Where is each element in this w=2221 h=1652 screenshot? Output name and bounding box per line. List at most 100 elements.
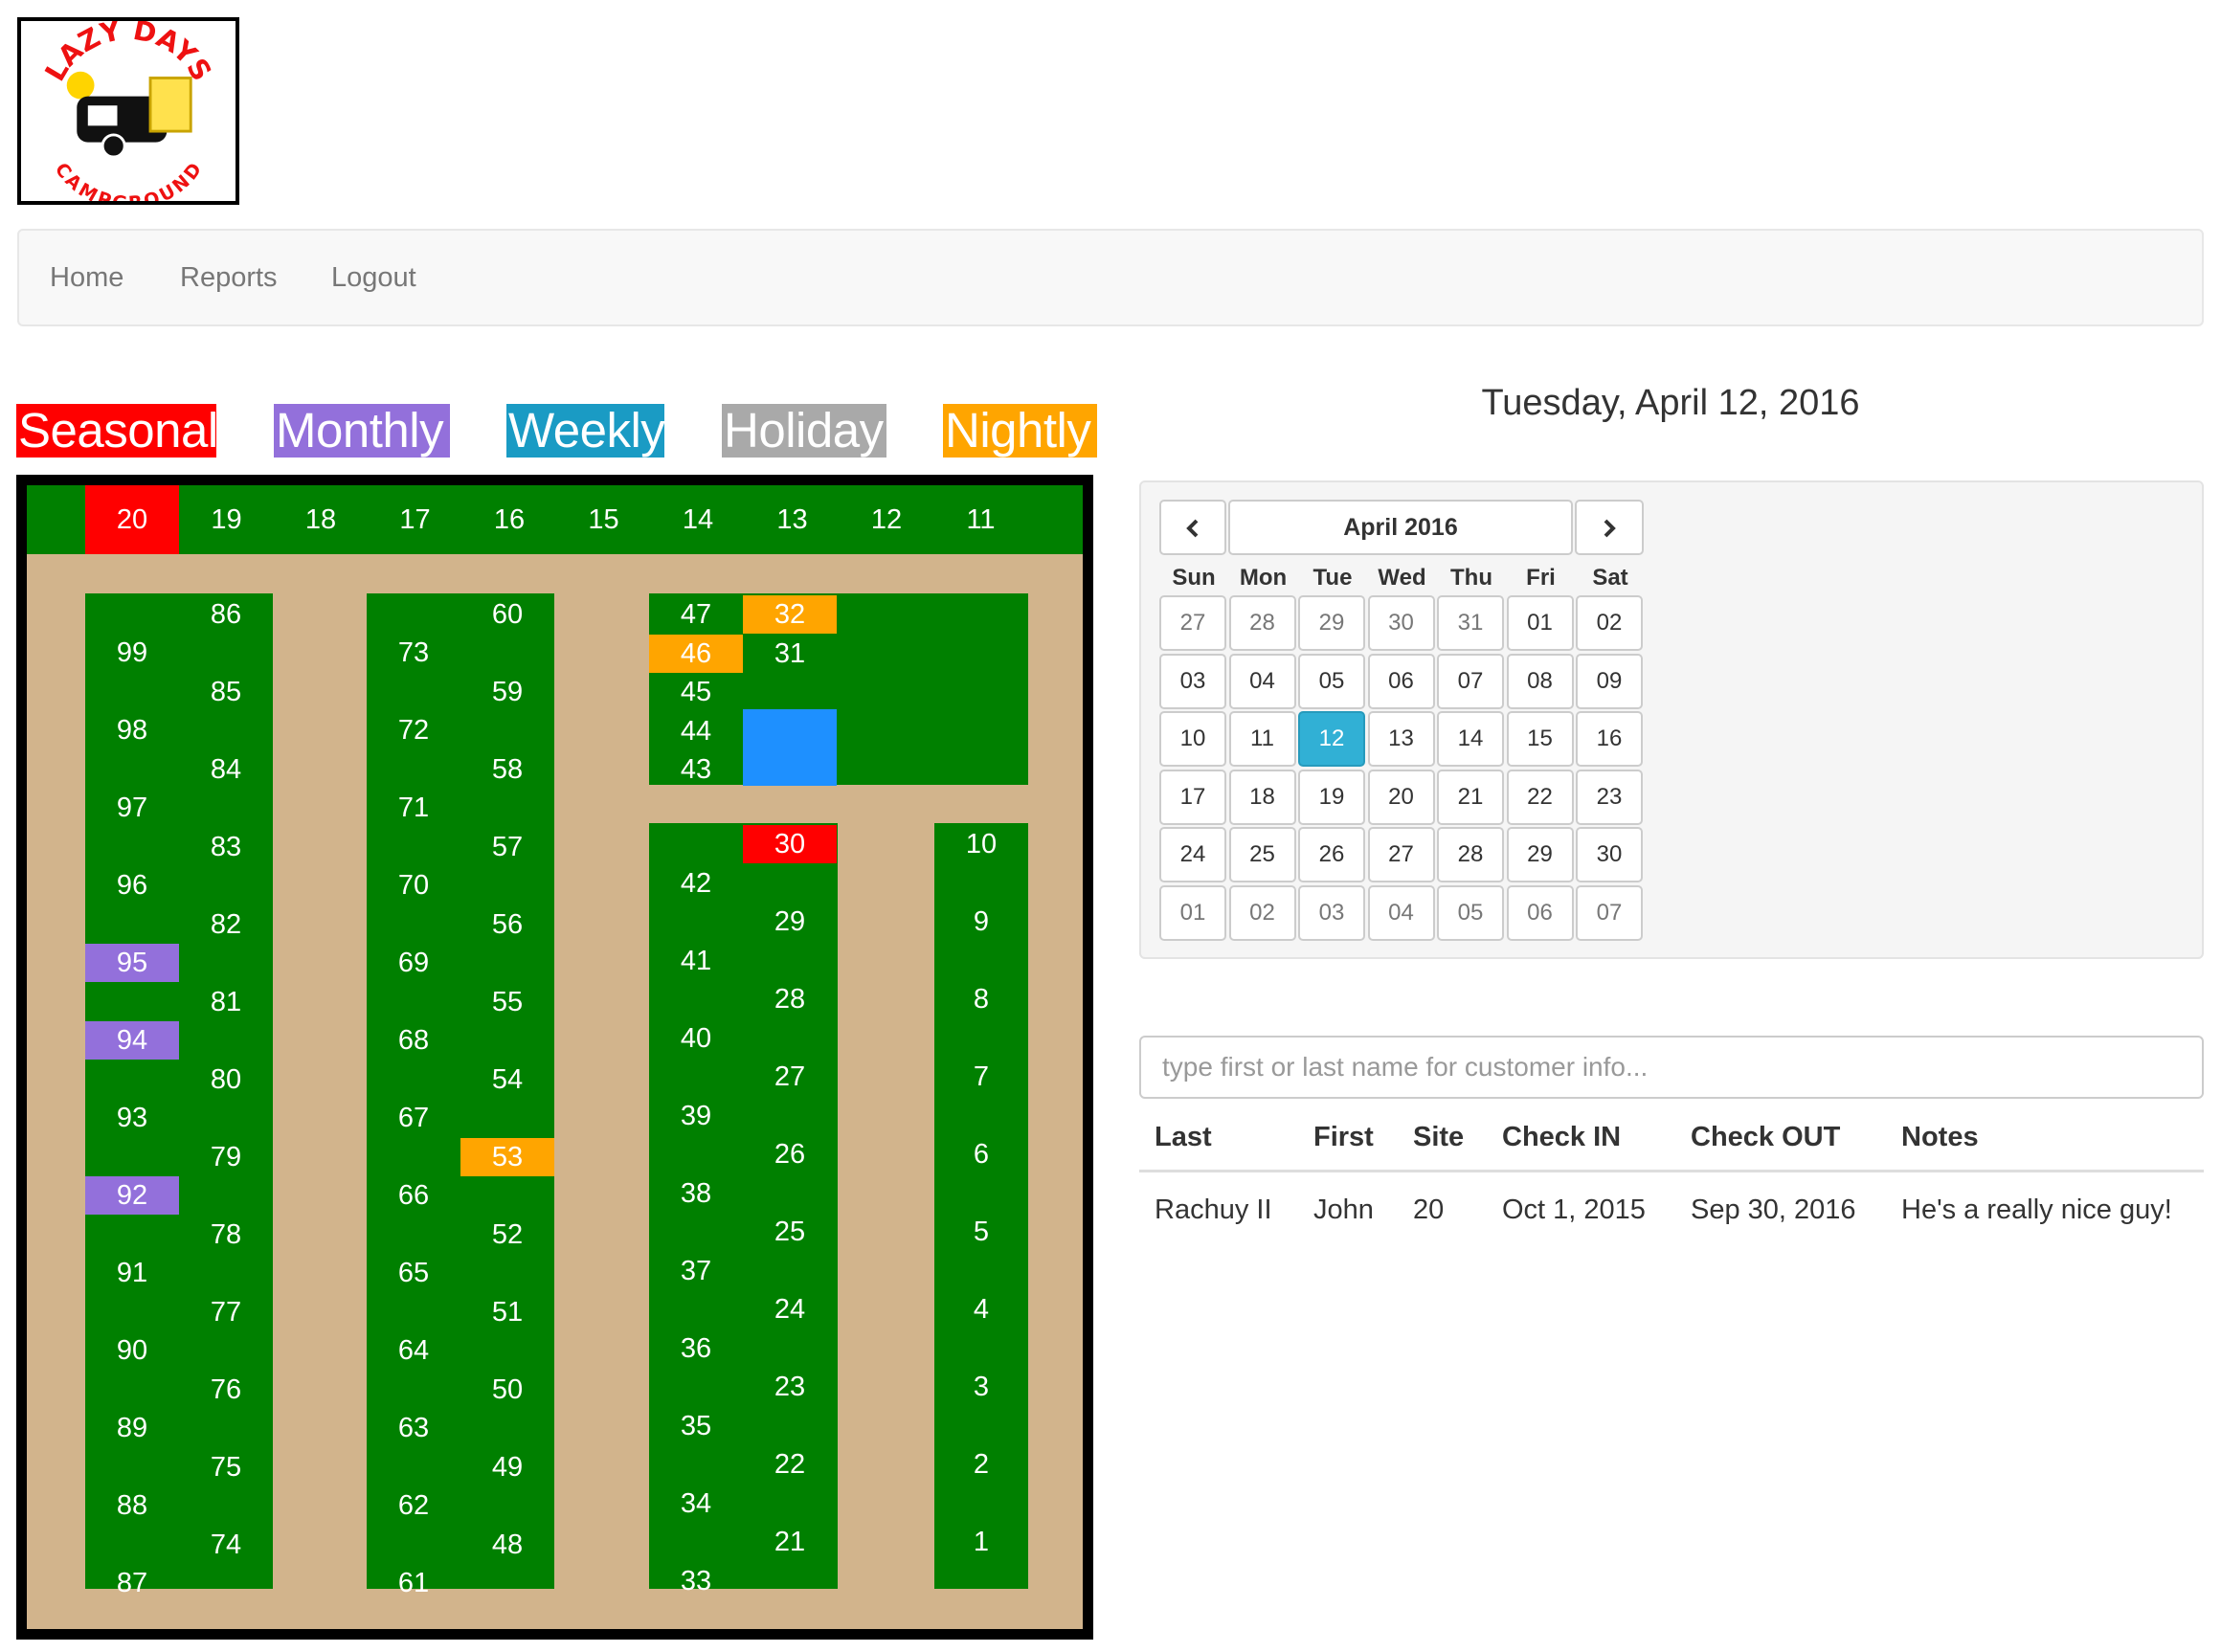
calendar-day[interactable]: 29 xyxy=(1298,595,1365,651)
calendar-month-title[interactable]: April 2016 xyxy=(1228,500,1573,555)
campsite-86[interactable]: 86 xyxy=(179,595,273,634)
calendar-day[interactable]: 20 xyxy=(1367,769,1435,825)
campsite-14[interactable]: 14 xyxy=(651,485,745,554)
campsite-7[interactable]: 7 xyxy=(934,1058,1028,1096)
campsite-76[interactable]: 76 xyxy=(179,1371,273,1409)
calendar-day[interactable]: 30 xyxy=(1576,827,1643,882)
campsite-10[interactable]: 10 xyxy=(934,825,1028,863)
calendar-day[interactable]: 30 xyxy=(1367,595,1435,651)
calendar-day[interactable]: 22 xyxy=(1506,769,1574,825)
campsite-50[interactable]: 50 xyxy=(460,1371,554,1409)
calendar-day[interactable]: 10 xyxy=(1159,711,1226,767)
calendar-prev-button[interactable] xyxy=(1159,500,1226,555)
campsite-22[interactable]: 22 xyxy=(743,1445,837,1484)
campsite-56[interactable]: 56 xyxy=(460,905,554,944)
campsite-87[interactable]: 87 xyxy=(85,1564,179,1602)
calendar-day[interactable]: 08 xyxy=(1506,653,1574,709)
campsite-60[interactable]: 60 xyxy=(460,595,554,634)
campsite-5[interactable]: 5 xyxy=(934,1213,1028,1251)
calendar-day[interactable]: 26 xyxy=(1298,827,1365,882)
campsite-24[interactable]: 24 xyxy=(743,1290,837,1328)
campsite-43[interactable]: 43 xyxy=(649,750,743,789)
calendar-day[interactable]: 02 xyxy=(1228,884,1296,941)
campsite-65[interactable]: 65 xyxy=(367,1254,460,1292)
campsite-13[interactable]: 13 xyxy=(746,485,840,554)
calendar-day[interactable]: 23 xyxy=(1576,769,1643,825)
campsite-70[interactable]: 70 xyxy=(367,866,460,904)
customer-search-input[interactable] xyxy=(1139,1036,2204,1099)
campsite-30[interactable]: 30 xyxy=(743,825,837,863)
campsite-4[interactable]: 4 xyxy=(934,1290,1028,1328)
campsite-16[interactable]: 16 xyxy=(462,485,556,554)
calendar-day[interactable]: 01 xyxy=(1506,595,1574,651)
campsite-28[interactable]: 28 xyxy=(743,980,837,1018)
campsite-71[interactable]: 71 xyxy=(367,789,460,827)
campsite-18[interactable]: 18 xyxy=(274,485,368,554)
campsite-3[interactable]: 3 xyxy=(934,1368,1028,1406)
campsite-78[interactable]: 78 xyxy=(179,1216,273,1254)
campsite-88[interactable]: 88 xyxy=(85,1486,179,1525)
campsite-83[interactable]: 83 xyxy=(179,828,273,866)
campsite-6[interactable]: 6 xyxy=(934,1135,1028,1173)
campsite-84[interactable]: 84 xyxy=(179,750,273,789)
campsite-37[interactable]: 37 xyxy=(649,1252,743,1290)
calendar-day[interactable]: 09 xyxy=(1576,653,1643,709)
campsite-91[interactable]: 91 xyxy=(85,1254,179,1292)
calendar-day[interactable]: 15 xyxy=(1506,711,1574,767)
calendar-day[interactable]: 05 xyxy=(1437,884,1504,941)
campsite-34[interactable]: 34 xyxy=(649,1485,743,1523)
calendar-day[interactable]: 24 xyxy=(1159,827,1226,882)
calendar-day[interactable]: 31 xyxy=(1437,595,1504,651)
campsite-79[interactable]: 79 xyxy=(179,1138,273,1176)
campsite-93[interactable]: 93 xyxy=(85,1099,179,1137)
calendar-day[interactable]: 07 xyxy=(1576,884,1643,941)
campsite-73[interactable]: 73 xyxy=(367,634,460,672)
calendar-day[interactable]: 02 xyxy=(1576,595,1643,651)
calendar-day[interactable]: 07 xyxy=(1437,653,1504,709)
nav-home-link[interactable]: Home xyxy=(50,231,123,324)
column-header[interactable]: Site xyxy=(1413,1122,1464,1153)
campsite-33[interactable]: 33 xyxy=(649,1562,743,1600)
campsite-66[interactable]: 66 xyxy=(367,1176,460,1215)
campsite-46[interactable]: 46 xyxy=(649,634,743,673)
calendar-next-button[interactable] xyxy=(1575,500,1644,555)
campsite-40[interactable]: 40 xyxy=(649,1019,743,1058)
campsite-47[interactable]: 47 xyxy=(649,595,743,634)
campsite-90[interactable]: 90 xyxy=(85,1331,179,1370)
campsite-96[interactable]: 96 xyxy=(85,866,179,904)
campsite-62[interactable]: 62 xyxy=(367,1486,460,1525)
calendar-day[interactable]: 06 xyxy=(1367,653,1435,709)
campsite-8[interactable]: 8 xyxy=(934,980,1028,1018)
calendar-day[interactable]: 03 xyxy=(1298,884,1365,941)
campsite-92[interactable]: 92 xyxy=(85,1176,179,1215)
calendar-day[interactable]: 27 xyxy=(1367,827,1435,882)
campsite-95[interactable]: 95 xyxy=(85,944,179,982)
nav-logout-link[interactable]: Logout xyxy=(331,231,416,324)
calendar-day[interactable]: 29 xyxy=(1506,827,1574,882)
campsite-94[interactable]: 94 xyxy=(85,1021,179,1060)
calendar-day[interactable]: 19 xyxy=(1298,769,1365,825)
campsite-67[interactable]: 67 xyxy=(367,1099,460,1137)
campsite-63[interactable]: 63 xyxy=(367,1409,460,1447)
campsite-77[interactable]: 77 xyxy=(179,1293,273,1331)
calendar-day[interactable]: 12 xyxy=(1298,711,1365,767)
campsite-1[interactable]: 1 xyxy=(934,1523,1028,1561)
campsite-45[interactable]: 45 xyxy=(649,673,743,711)
campsite-68[interactable]: 68 xyxy=(367,1021,460,1060)
calendar-day[interactable]: 17 xyxy=(1159,769,1226,825)
campsite-44[interactable]: 44 xyxy=(649,712,743,750)
calendar-day[interactable]: 21 xyxy=(1437,769,1504,825)
campsite-17[interactable]: 17 xyxy=(369,485,462,554)
campsite-26[interactable]: 26 xyxy=(743,1135,837,1173)
calendar-day[interactable]: 28 xyxy=(1437,827,1504,882)
campsite-54[interactable]: 54 xyxy=(460,1060,554,1099)
calendar-day[interactable]: 25 xyxy=(1228,827,1296,882)
calendar-day[interactable]: 28 xyxy=(1228,595,1296,651)
campsite-97[interactable]: 97 xyxy=(85,789,179,827)
campsite-31[interactable]: 31 xyxy=(743,635,837,673)
calendar-day[interactable]: 18 xyxy=(1228,769,1296,825)
calendar-day[interactable]: 13 xyxy=(1367,711,1435,767)
campsite-85[interactable]: 85 xyxy=(179,673,273,711)
campsite-21[interactable]: 21 xyxy=(743,1523,837,1561)
campsite-64[interactable]: 64 xyxy=(367,1331,460,1370)
